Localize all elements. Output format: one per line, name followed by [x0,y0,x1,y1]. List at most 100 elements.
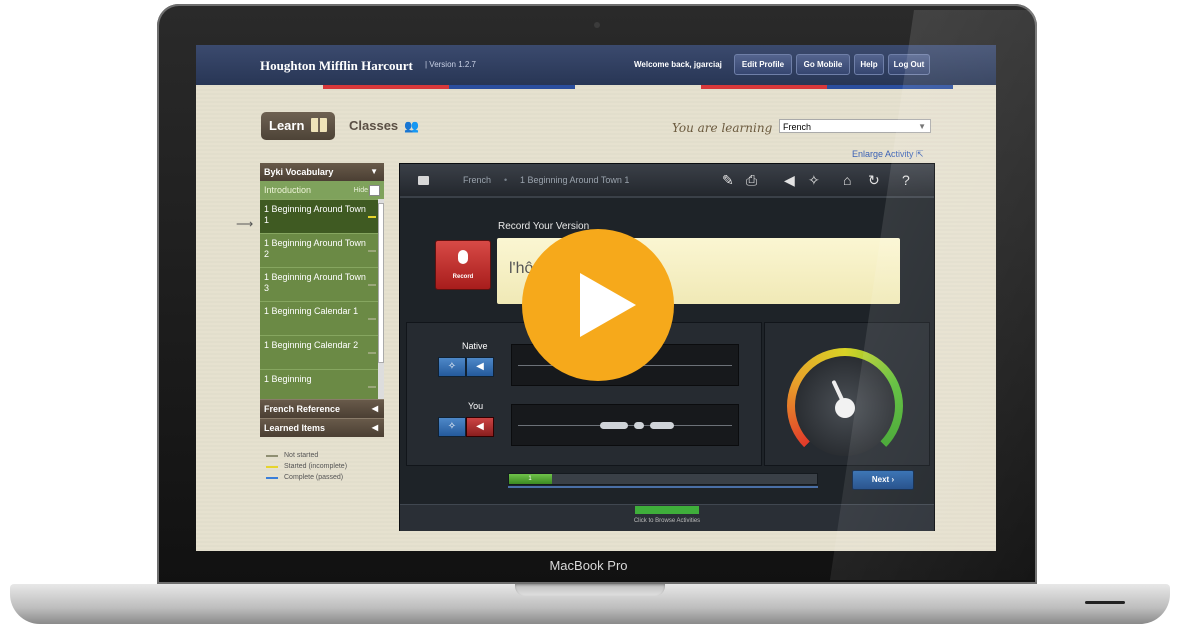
intro-label: Introduction [264,185,312,195]
laptop-indicator [1085,601,1125,604]
chevron-left-icon: ◀ [371,423,378,432]
meter-hub [835,398,855,418]
book-icon [311,118,327,132]
browse-activities-button[interactable] [635,506,699,514]
refresh-icon[interactable]: ↻ [868,172,880,188]
print-icon[interactable]: ⎙ [746,172,757,188]
chevron-down-icon: ▼ [918,122,926,131]
list-item[interactable]: 1 Beginning [260,369,384,399]
legend-swatch [266,466,278,468]
native-play-button[interactable]: ◀ [466,357,494,377]
device-label: MacBook Pro [549,558,628,573]
breadcrumb-separator: • [504,175,508,185]
help-button[interactable]: Help [854,54,884,75]
play-icon [580,273,636,337]
you-slow-button[interactable]: ✧ [438,417,466,437]
status-mark [368,250,376,252]
home-icon[interactable]: ⌂ [843,172,851,188]
laptop-notch [515,584,665,596]
status-mark [368,386,376,388]
scroll-thumb[interactable] [378,203,384,363]
record-button[interactable]: Record [435,240,491,290]
people-icon: 👥 [404,119,419,133]
go-mobile-button[interactable]: Go Mobile [796,54,850,75]
list-item[interactable]: 1 Beginning Around Town 3 [260,267,384,301]
native-slow-button[interactable]: ✧ [438,357,466,377]
play-button[interactable] [522,229,674,381]
edit-profile-button[interactable]: Edit Profile [734,54,792,75]
record-label: Record [452,274,474,280]
classes-button[interactable]: Classes [349,118,398,133]
sidebar: Byki Vocabulary ▼ Introduction Hide 1 Be… [260,163,384,437]
list-item[interactable]: 1 Beginning Around Town 2 [260,233,384,267]
sidebar-title-label: Byki Vocabulary [264,167,334,177]
record-title: Record Your Version [498,221,590,232]
accent-bar-red [323,85,449,89]
help-icon[interactable]: ? [902,172,910,188]
chevron-left-icon: ◀ [371,404,378,413]
progress-underline [508,486,818,488]
browse-label: Click to Browse Activities [633,518,701,524]
list-scrollbar[interactable] [378,199,384,399]
legend-swatch [266,455,278,457]
legend-item: Not started [266,450,347,461]
pointer-arrow-icon: ⟶ [236,217,254,231]
hide-label: Hide [353,187,368,194]
progress-label: 1 [528,476,532,482]
sidebar-title[interactable]: Byki Vocabulary ▼ [260,163,384,181]
activity-toolbar: French • 1 Beginning Around Town 1 ✎ ⎙ ◀… [400,164,934,196]
learn-button[interactable]: Learn [261,112,335,140]
sidebar-item-introduction[interactable]: Introduction Hide [260,181,384,199]
you-play-button[interactable]: ◀ [466,417,494,437]
progress-bar: 1 [508,473,818,485]
activity-panel: French • 1 Beginning Around Town 1 ✎ ⎙ ◀… [399,163,935,531]
brand-name: Houghton Mifflin Harcourt [260,58,413,73]
meter-face [795,356,895,456]
log-out-button[interactable]: Log Out [888,54,930,75]
waveform-blob [600,422,628,429]
language-select[interactable]: French ▼ [779,119,931,133]
learn-label: Learn [269,118,305,133]
legend-swatch [266,477,278,479]
pronunciation-meter [787,348,903,464]
status-mark [368,284,376,286]
you-label: You [468,401,484,411]
language-value: French [783,122,812,132]
legend-item: Complete (passed) [266,472,347,483]
breadcrumb-activity: 1 Beginning Around Town 1 [520,175,630,185]
accent-bar-red-2 [701,85,827,89]
status-mark [368,318,376,320]
top-bar: Houghton Mifflin Harcourt | Version 1.2.… [196,45,996,85]
status-mark [368,216,376,218]
list-item[interactable]: 1 Beginning Calendar 1 [260,301,384,335]
divider [400,196,934,198]
native-label: Native [462,341,488,351]
satellite-icon[interactable]: ✧ [808,172,820,188]
list-item[interactable]: 1 Beginning Calendar 2 [260,335,384,369]
microphone-icon [458,250,468,264]
enlarge-activity-link[interactable]: Enlarge Activity ⇱ [852,149,924,160]
sidebar-section-french-reference[interactable]: French Reference ◀ [260,399,384,418]
status-mark [368,352,376,354]
waveform-blob [650,422,674,429]
version-label: | Version 1.2.7 [425,60,476,69]
list-item[interactable]: 1 Beginning Around Town 1 [260,199,384,233]
welcome-text: Welcome back, jgarciaj [634,60,722,69]
learning-prompt: You are learning [672,121,773,135]
sidebar-section-learned-items[interactable]: Learned Items ◀ [260,418,384,437]
chevron-down-icon: ▼ [370,167,378,176]
hide-checkbox[interactable] [369,185,380,196]
camera-icon [594,22,600,28]
status-legend: Not started Started (incomplete) Complet… [266,450,347,483]
lesson-list: 1 Beginning Around Town 1 1 Beginning Ar… [260,199,384,399]
legend-item: Started (incomplete) [266,461,347,472]
speaker-icon[interactable]: ◀ [784,172,795,188]
accent-bar-blue [449,85,575,89]
accent-bar-blue-2 [827,85,953,89]
stats-icon[interactable] [418,176,429,185]
edit-card-icon[interactable]: ✎ [722,172,734,188]
next-button[interactable]: Next › [852,470,914,490]
you-waveform [511,404,739,446]
breadcrumb-language: French [463,175,492,185]
waveform-blob [634,422,644,429]
